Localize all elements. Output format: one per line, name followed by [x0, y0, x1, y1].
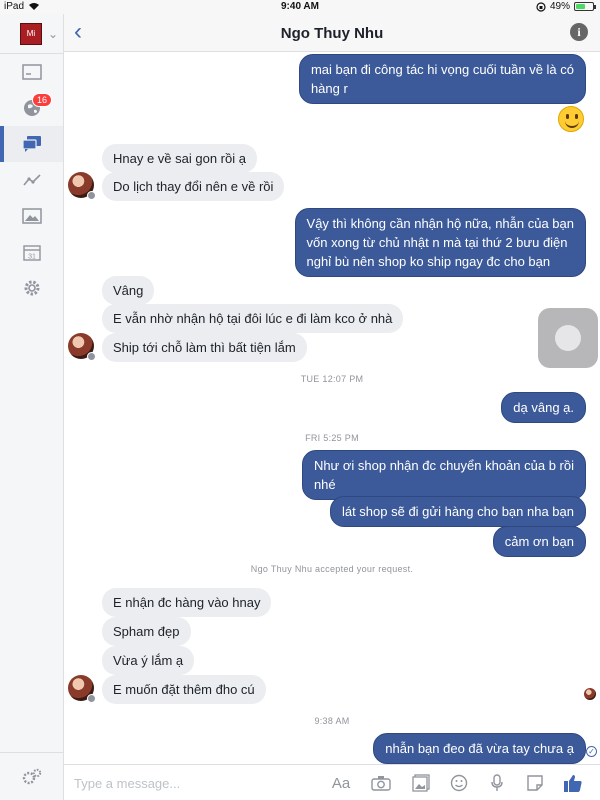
photos-icon [21, 208, 42, 224]
text-format-button[interactable]: Aa [330, 772, 352, 794]
clock: 9:40 AM [281, 1, 319, 12]
sticker-icon [527, 775, 543, 791]
sidebar-item-settings[interactable] [0, 270, 63, 306]
message-incoming[interactable]: Spham đẹp [102, 617, 191, 646]
message-input[interactable] [74, 773, 314, 793]
smiley-emoji-icon [558, 106, 584, 132]
calendar-icon: 31 [22, 245, 41, 261]
message-incoming[interactable]: E nhận đc hàng vào hnay [102, 588, 272, 617]
message-outgoing[interactable]: Vậy thì không cần nhận hộ nữa, nhẫn của … [294, 208, 586, 277]
page-logo: Mi [20, 22, 42, 45]
message-incoming[interactable]: Vâng [102, 276, 155, 305]
conversation-header: ‹ Ngo Thuy Nhu i [64, 14, 600, 52]
like-icon [564, 775, 582, 792]
sidebar-item-messages[interactable] [0, 126, 63, 162]
page-switcher[interactable]: Mi ⌄ [0, 14, 63, 54]
assistive-touch-button[interactable] [538, 308, 598, 368]
chevron-down-icon: ⌄ [48, 26, 59, 41]
seen-indicator-avatar [584, 688, 596, 700]
message-incoming[interactable]: Do lịch thay đổi nên e về rồi [102, 172, 285, 201]
sidebar-item-insights[interactable] [0, 162, 63, 198]
gears-icon [22, 768, 42, 784]
voice-button[interactable] [486, 772, 508, 794]
message-outgoing[interactable]: dạ vâng ạ. [501, 392, 586, 423]
contact-avatar[interactable] [68, 172, 96, 200]
sticker-button[interactable] [524, 772, 546, 794]
sidebar-item-notifications[interactable]: 16 [0, 90, 63, 126]
battery-fill [576, 4, 585, 9]
message-outgoing[interactable]: lát shop sẽ đi gửi hàng cho bạn nha bạn [329, 496, 586, 527]
sidebar: Mi ⌄ 16 31 [0, 14, 64, 800]
message-outgoing[interactable]: cảm ơn bạn [492, 526, 586, 557]
message-outgoing[interactable]: nhẫn bạn đeo đã vừa tay chưa ạ [373, 733, 586, 764]
sidebar-item-inbox[interactable] [0, 54, 63, 90]
status-dot [87, 694, 96, 703]
sidebar-item-photos[interactable] [0, 198, 63, 234]
account-settings-button[interactable] [0, 752, 64, 800]
message-incoming[interactable]: E muốn đặt thêm đho cú [102, 675, 266, 704]
status-dot [87, 352, 96, 361]
calendar-day: 31 [28, 254, 36, 261]
conversation-title: Ngo Thuy Nhu [280, 25, 384, 42]
message-thread: mai bạn đi công tác hi vọng cuối tuần về… [64, 52, 600, 764]
message-incoming[interactable]: Ship tới chỗ làm thì bất tiện lắm [102, 333, 307, 362]
insights-icon [22, 174, 41, 186]
timestamp: 9:38 AM [314, 716, 350, 726]
battery-percent: 49% [549, 1, 570, 12]
notification-badge: 16 [32, 93, 53, 107]
sidebar-item-calendar[interactable]: 31 [0, 234, 63, 270]
message-incoming[interactable]: Vừa ý lắm ạ [102, 646, 195, 675]
timestamp: FRI 5:25 PM [305, 433, 359, 443]
contact-avatar[interactable] [68, 333, 96, 361]
like-button[interactable] [562, 772, 584, 794]
message-incoming[interactable]: E vẫn nhờ nhận hộ tại đôi lúc e đi làm k… [102, 304, 404, 333]
camera-button[interactable] [370, 772, 392, 794]
gallery-button[interactable] [410, 772, 432, 794]
message-outgoing[interactable]: Như ơi shop nhận đc chuyển khoản của b r… [301, 450, 586, 500]
contact-avatar[interactable] [68, 675, 96, 703]
timestamp: TUE 12:07 PM [300, 374, 364, 384]
message-incoming[interactable]: Hnay e về sai gon rồi ạ [102, 144, 257, 173]
messages-icon [21, 136, 41, 152]
settings-icon [24, 280, 39, 296]
emoji-button[interactable] [448, 772, 470, 794]
camera-icon [371, 776, 391, 791]
battery-icon [574, 2, 596, 11]
inbox-icon [21, 64, 42, 80]
message-outgoing[interactable]: mai bạn đi công tác hi vọng cuối tuần về… [298, 54, 586, 104]
info-button[interactable]: i [570, 23, 588, 41]
status-bar: iPad 9:40 AM 49% [0, 0, 600, 14]
microphone-icon [491, 774, 503, 791]
delivered-check-icon: ✓ [586, 746, 597, 757]
messenger-app: iPad 9:40 AM 49% Mi ⌄ 16 31 ‹ Ngo Thuy N… [0, 0, 600, 800]
message-composer: Aa [64, 764, 600, 800]
request-accepted-notice: Ngo Thuy Nhu accepted your request. [250, 564, 414, 574]
status-dot [87, 191, 96, 200]
orientation-lock-icon [536, 1, 546, 12]
gallery-icon [412, 774, 430, 792]
emoji-icon [450, 774, 468, 792]
